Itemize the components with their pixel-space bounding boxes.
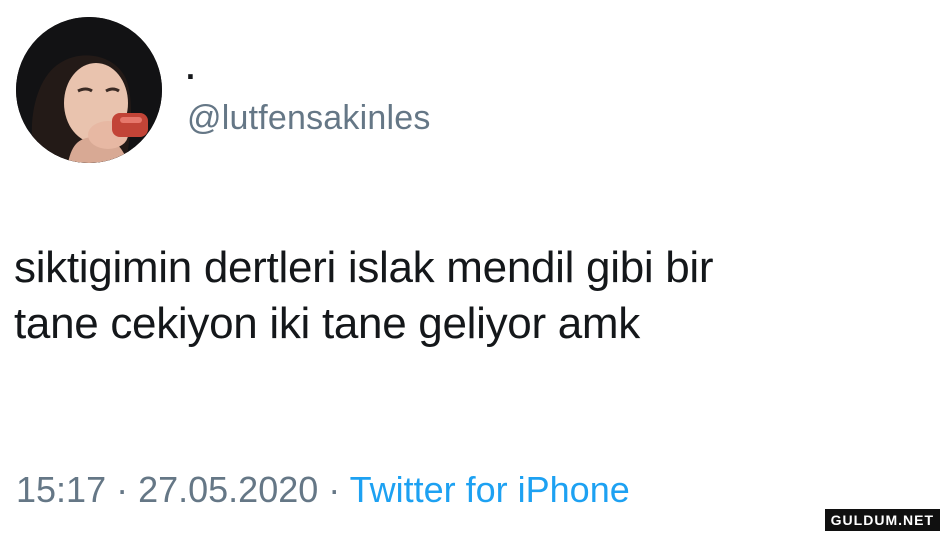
meta-separator: · [318, 469, 350, 510]
user-handle[interactable]: @lutfensakinles [187, 98, 431, 138]
tweet-date[interactable]: 27.05.2020 [138, 469, 318, 510]
display-name[interactable]: . [186, 48, 195, 88]
tweet-text-line: tane cekiyon iki tane geliyor amk [14, 299, 640, 348]
tweet-time[interactable]: 15:17 [16, 469, 106, 510]
tweet-text-line: siktigimin dertleri islak mendil gibi bi… [14, 243, 714, 292]
avatar-photo [16, 17, 162, 163]
tweet-meta: 15:17 · 27.05.2020 · Twitter for iPhone [16, 468, 630, 512]
tweet-source-link[interactable]: Twitter for iPhone [350, 469, 630, 510]
tweet-text: siktigimin dertleri islak mendil gibi bi… [14, 240, 929, 352]
tweet-screenshot: . @lutfensakinles siktigimin dertleri is… [0, 0, 944, 534]
avatar[interactable] [16, 17, 162, 163]
meta-separator: · [106, 469, 139, 510]
watermark: GULDUM.NET [824, 509, 940, 531]
